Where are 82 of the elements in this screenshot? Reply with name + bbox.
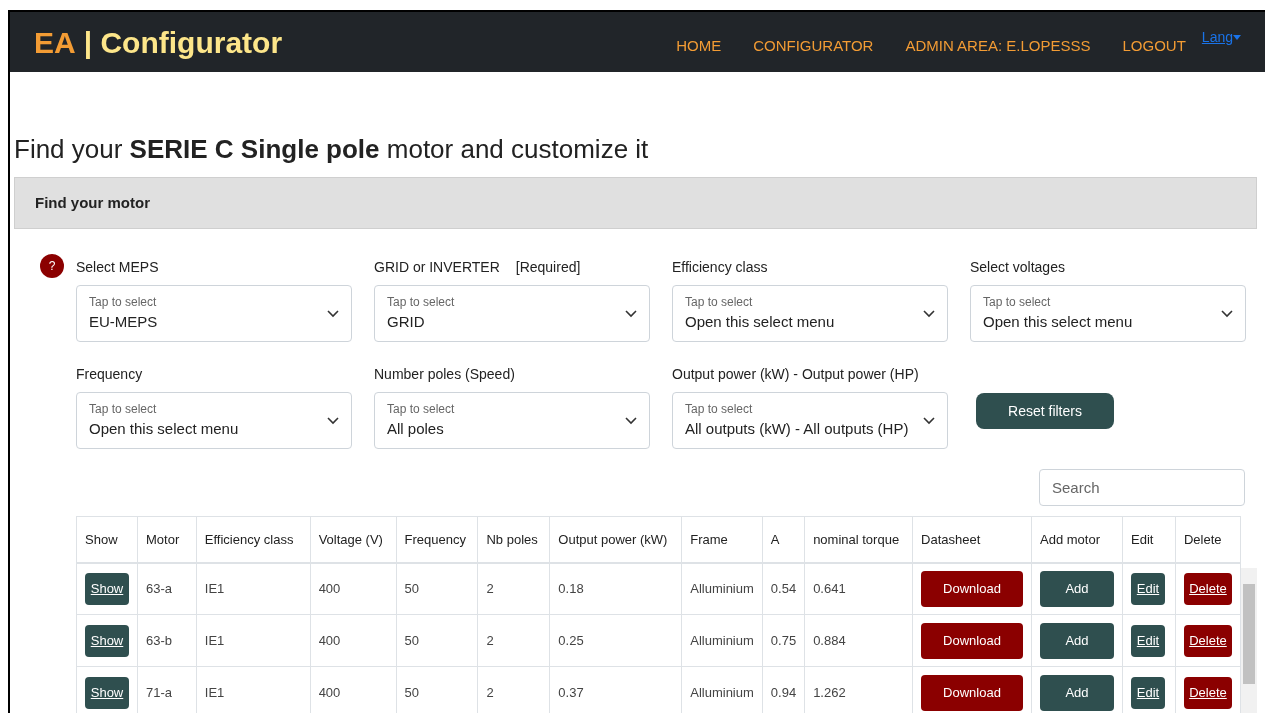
chevron-down-icon bbox=[1221, 309, 1233, 318]
show-button[interactable]: Show bbox=[85, 624, 129, 657]
download-button[interactable]: Download bbox=[921, 674, 1023, 711]
column-header: Nb poles bbox=[477, 516, 550, 563]
chevron-down-icon bbox=[923, 416, 935, 425]
select-field[interactable]: Tap to select All poles bbox=[374, 392, 650, 449]
column-header: Delete bbox=[1175, 516, 1241, 563]
column-header: Show bbox=[76, 516, 138, 563]
show-button[interactable]: Show bbox=[85, 572, 129, 605]
edit-button[interactable]: Edit bbox=[1131, 624, 1165, 657]
table-cell: 2 bbox=[477, 562, 550, 615]
chevron-down-icon bbox=[923, 309, 935, 318]
delete-button[interactable]: Delete bbox=[1183, 624, 1232, 657]
card-header: Find your motor bbox=[14, 177, 1257, 229]
table-cell: IE1 bbox=[196, 614, 311, 667]
select-field[interactable]: Tap to select GRID bbox=[374, 285, 650, 342]
select-field[interactable]: Tap to select Open this select menu bbox=[672, 285, 948, 342]
table-cell: 0.54 bbox=[762, 562, 805, 615]
chevron-down-icon bbox=[327, 416, 339, 425]
reset-filters-button[interactable]: Reset filters bbox=[976, 393, 1114, 429]
table-cell: 400 bbox=[310, 614, 396, 667]
table-cell: 50 bbox=[396, 614, 478, 667]
filter-label: Frequency bbox=[76, 364, 143, 384]
column-header: Frequency bbox=[396, 516, 478, 563]
required-note: [Required] bbox=[515, 257, 581, 277]
table-cell: 0.25 bbox=[549, 614, 682, 667]
column-header: Add motor bbox=[1031, 516, 1123, 563]
brand-name[interactable]: | Configurator bbox=[83, 19, 283, 65]
add-button[interactable]: Add bbox=[1040, 570, 1114, 607]
add-button[interactable]: Add bbox=[1040, 622, 1114, 659]
chevron-down-icon bbox=[625, 309, 637, 318]
select-field[interactable]: Tap to select Open this select menu bbox=[76, 392, 352, 449]
column-header: Output power (kW) bbox=[549, 516, 682, 563]
column-header: nominal torque bbox=[804, 516, 913, 563]
brand-prefix[interactable]: EA bbox=[34, 19, 76, 65]
page-heading: Find your SERIE C Single pole motor and customize it bbox=[14, 133, 650, 166]
chevron-down-icon bbox=[327, 309, 339, 318]
column-header: A bbox=[762, 516, 805, 563]
nav-link[interactable]: ADMIN AREA: E.LOPESSS bbox=[905, 34, 1091, 58]
scrollbar[interactable] bbox=[1241, 568, 1257, 713]
column-header: Motor bbox=[137, 516, 197, 563]
select-field[interactable]: Tap to select Open this select menu bbox=[970, 285, 1246, 342]
select-field[interactable]: Tap to select EU-MEPS bbox=[76, 285, 352, 342]
nav-link[interactable]: HOME bbox=[676, 34, 722, 58]
filter-label: Efficiency class bbox=[672, 257, 768, 277]
filter-label: Number poles (Speed) bbox=[374, 364, 515, 384]
nav-link[interactable]: LOGOUT bbox=[1122, 34, 1186, 58]
table-cell: 0.884 bbox=[804, 614, 913, 667]
help-badge[interactable]: ? bbox=[40, 254, 64, 278]
table-cell: 63-a bbox=[137, 562, 197, 615]
delete-button[interactable]: Delete bbox=[1183, 572, 1232, 605]
caret-down-icon bbox=[1233, 34, 1241, 40]
chevron-down-icon bbox=[625, 416, 637, 425]
edit-button[interactable]: Edit bbox=[1131, 676, 1165, 709]
column-header: Voltage (V) bbox=[310, 516, 396, 563]
table-cell: 2 bbox=[477, 614, 550, 667]
table-cell: 63-b bbox=[137, 614, 197, 667]
download-button[interactable]: Download bbox=[921, 622, 1023, 659]
delete-button[interactable]: Delete bbox=[1183, 676, 1232, 709]
filter-label: GRID or INVERTER bbox=[374, 257, 500, 277]
table-cell: Alluminium bbox=[681, 614, 763, 667]
table-cell: 0.18 bbox=[549, 562, 682, 615]
search-field[interactable]: Search bbox=[1039, 469, 1245, 506]
select-field[interactable]: Tap to select All outputs (kW) - All outputs (HP) bbox=[672, 392, 948, 449]
filter-label: Output power (kW) - Output power (HP) bbox=[672, 364, 919, 384]
column-header: Frame bbox=[681, 516, 763, 563]
table-cell: IE1 bbox=[196, 562, 311, 615]
nav-link[interactable]: CONFIGURATOR bbox=[753, 34, 874, 58]
table-cell: 400 bbox=[310, 562, 396, 615]
table-cell: Alluminium bbox=[681, 562, 763, 615]
add-button[interactable]: Add bbox=[1040, 674, 1114, 711]
filter-label: Select MEPS bbox=[76, 257, 159, 277]
table-cell: 50 bbox=[396, 562, 478, 615]
show-button[interactable]: Show bbox=[85, 676, 129, 709]
filter-label: Select voltages bbox=[970, 257, 1065, 277]
column-header: Efficiency class bbox=[196, 516, 311, 563]
table-cell: 0.641 bbox=[804, 562, 913, 615]
column-header: Edit bbox=[1122, 516, 1176, 563]
download-button[interactable]: Download bbox=[921, 570, 1023, 607]
column-header: Datasheet bbox=[912, 516, 1032, 563]
edit-button[interactable]: Edit bbox=[1131, 572, 1165, 605]
table-cell: 0.75 bbox=[762, 614, 805, 667]
